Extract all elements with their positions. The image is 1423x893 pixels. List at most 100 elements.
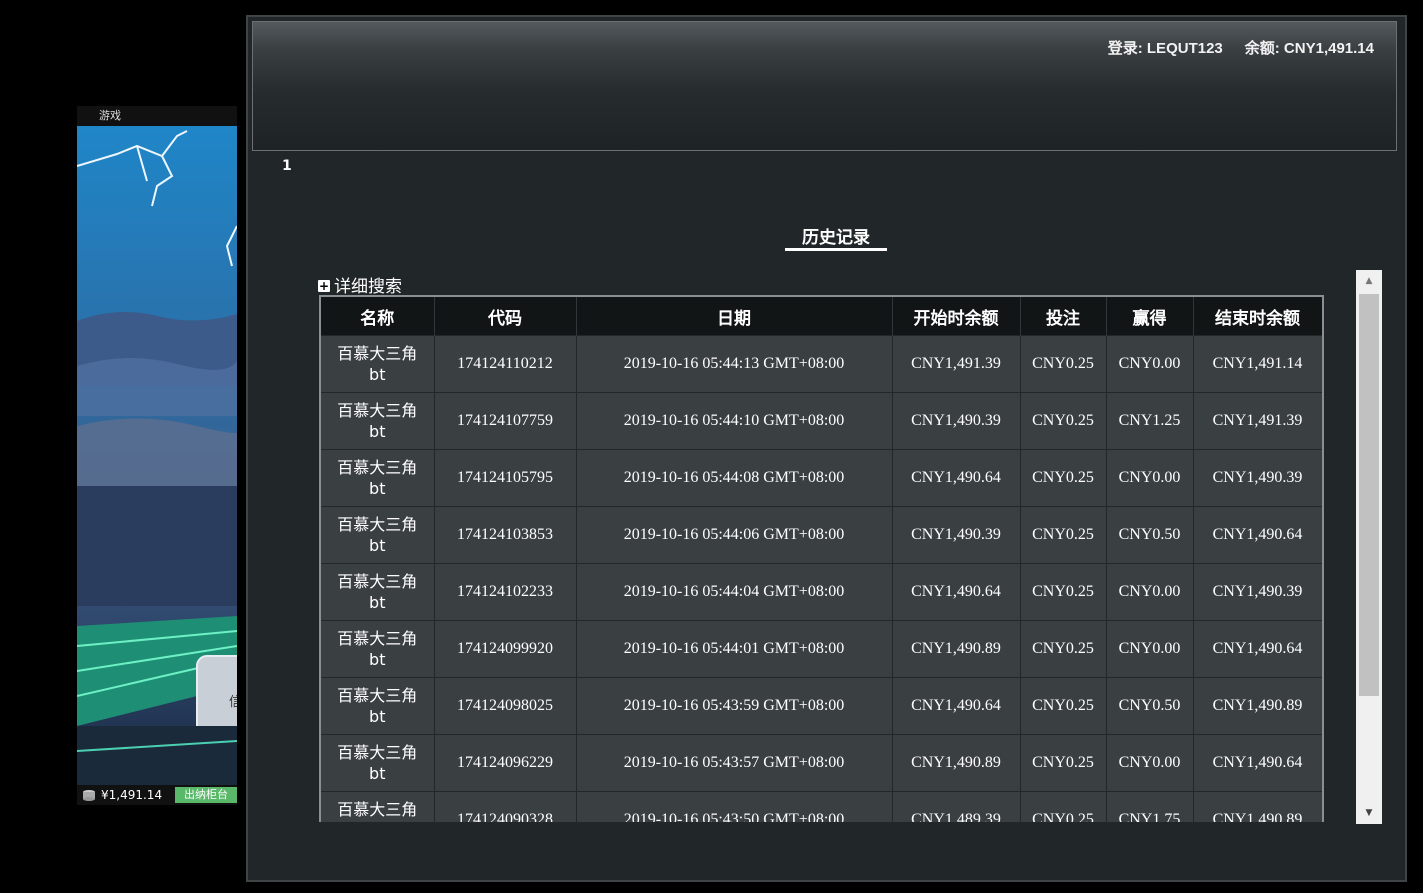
cell-code: 174124096229 xyxy=(434,734,577,792)
detail-search-toggle[interactable]: + 详细搜索 xyxy=(318,272,402,297)
column-header-date[interactable]: 日期 xyxy=(576,297,893,336)
game-name: 百慕大三角 xyxy=(337,344,418,363)
cell-end-balance: CNY1,491.14 xyxy=(1193,335,1322,393)
cell-start-balance: CNY1,490.64 xyxy=(892,563,1021,621)
cell-name: 百慕大三角 bt xyxy=(321,392,435,450)
cell-date: 2019-10-16 05:44:08 GMT+08:00 xyxy=(576,449,893,507)
cell-bet: CNY0.25 xyxy=(1020,392,1107,450)
cell-start-balance: CNY1,490.39 xyxy=(892,392,1021,450)
column-header-start-balance[interactable]: 开始时余额 xyxy=(892,297,1021,336)
game-code-short: bt xyxy=(369,650,386,669)
plus-box-icon[interactable]: + xyxy=(318,280,330,292)
cell-name: 百慕大三角 bt xyxy=(321,791,435,822)
cell-end-balance: CNY1,490.89 xyxy=(1193,791,1322,822)
arrow-down-icon[interactable]: ▼ xyxy=(1356,802,1382,824)
column-header-code[interactable]: 代码 xyxy=(434,297,577,336)
game-code-short: bt xyxy=(369,764,386,783)
game-titlebar: 游戏 xyxy=(77,106,237,126)
game-balance: ¥1,491.14 xyxy=(101,788,163,802)
table-row[interactable]: 百慕大三角 bt 174124102233 2019-10-16 05:44:04 G… xyxy=(321,563,1322,621)
cell-start-balance: CNY1,490.39 xyxy=(892,506,1021,564)
cell-win: CNY0.00 xyxy=(1106,335,1194,393)
cell-start-balance: CNY1,491.39 xyxy=(892,335,1021,393)
table-row[interactable]: 百慕大三角 bt 174124096229 2019-10-16 05:43:57 G… xyxy=(321,734,1322,792)
cell-start-balance: CNY1,490.64 xyxy=(892,677,1021,735)
table-row[interactable]: 百慕大三角 bt 174124099920 2019-10-16 05:44:01 G… xyxy=(321,620,1322,678)
cell-bet: CNY0.25 xyxy=(1020,734,1107,792)
game-name: 百慕大三角 xyxy=(337,515,418,534)
coin-stack-icon xyxy=(83,790,95,801)
cell-date: 2019-10-16 05:43:57 GMT+08:00 xyxy=(576,734,893,792)
cell-bet: CNY0.25 xyxy=(1020,335,1107,393)
cell-start-balance: CNY1,490.89 xyxy=(892,620,1021,678)
modal-header: 登录: LEQUT123 余额: CNY1,491.14 xyxy=(252,21,1397,151)
table-header-row: 名称 代码 日期 开始时余额 投注 赢得 结束时余额 xyxy=(321,297,1322,336)
scrollbar-thumb[interactable] xyxy=(1359,294,1379,696)
cell-bet: CNY0.25 xyxy=(1020,506,1107,564)
cell-code: 174124098025 xyxy=(434,677,577,735)
account-info: 登录: LEQUT123 余额: CNY1,491.14 xyxy=(1108,37,1374,58)
cell-start-balance: CNY1,489.39 xyxy=(892,791,1021,822)
cell-code: 174124099920 xyxy=(434,620,577,678)
arrow-up-icon[interactable]: ▲ xyxy=(1356,270,1382,292)
cell-win: CNY0.50 xyxy=(1106,677,1194,735)
column-header-bet[interactable]: 投注 xyxy=(1020,297,1107,336)
cell-bet: CNY0.25 xyxy=(1020,620,1107,678)
cell-end-balance: CNY1,490.39 xyxy=(1193,449,1322,507)
game-code-short: bt xyxy=(369,821,385,822)
cell-end-balance: CNY1,490.64 xyxy=(1193,734,1322,792)
column-header-end-balance[interactable]: 结束时余额 xyxy=(1193,297,1322,336)
game-name: 百慕大三角 xyxy=(337,401,418,420)
table-row[interactable]: 百慕大三角 bt 174124107759 2019-10-16 05:44:10 G… xyxy=(321,392,1322,450)
cell-name: 百慕大三角 bt xyxy=(321,449,435,507)
cell-win: CNY0.00 xyxy=(1106,449,1194,507)
game-code-short: bt xyxy=(369,593,386,612)
cell-name: 百慕大三角 bt xyxy=(321,620,435,678)
game-background-scene: 信 xyxy=(77,126,237,786)
cell-start-balance: CNY1,490.64 xyxy=(892,449,1021,507)
cell-code: 174124107759 xyxy=(434,392,577,450)
history-modal: 登录: LEQUT123 余额: CNY1,491.14 1 历史记录 + 详细搜索… xyxy=(246,15,1407,882)
game-name: 百慕大三角 xyxy=(337,629,418,648)
table-row[interactable]: 百慕大三角 bt 174124098025 2019-10-16 05:43:59 G… xyxy=(321,677,1322,735)
cell-code: 174124103853 xyxy=(434,506,577,564)
game-window: 游戏 信 ¥1,491.14 出纳柜台 xyxy=(77,106,237,805)
game-popup-letter: 信 xyxy=(229,695,237,710)
active-tab-underline xyxy=(785,248,887,251)
table-row[interactable]: 百慕大三角 bt 1741240903282019-10-16 05:43:50 G… xyxy=(321,791,1322,822)
cell-win: CNY0.50 xyxy=(1106,506,1194,564)
cell-win: CNY0.00 xyxy=(1106,734,1194,792)
cell-end-balance: CNY1,491.39 xyxy=(1193,392,1322,450)
cashier-button[interactable]: 出纳柜台 xyxy=(175,787,237,803)
table-row[interactable]: 百慕大三角 bt 174124110212 2019-10-16 05:44:13 G… xyxy=(321,335,1322,393)
game-code-short: bt xyxy=(369,365,386,384)
tab-history[interactable]: 历史记录 xyxy=(785,223,887,248)
cell-bet: CNY0.25 xyxy=(1020,791,1107,822)
detail-search-label: 详细搜索 xyxy=(334,277,402,297)
table-row[interactable]: 百慕大三角 bt 174124103853 2019-10-16 05:44:06 G… xyxy=(321,506,1322,564)
table-body: 百慕大三角 bt 174124110212 2019-10-16 05:44:13 G… xyxy=(321,335,1322,822)
cell-end-balance: CNY1,490.89 xyxy=(1193,677,1322,735)
cell-name: 百慕大三角 bt xyxy=(321,335,435,393)
cell-bet: CNY0.25 xyxy=(1020,677,1107,735)
column-header-name[interactable]: 名称 xyxy=(321,297,435,336)
game-code-short: bt xyxy=(369,479,386,498)
column-header-win[interactable]: 赢得 xyxy=(1106,297,1194,336)
table-row[interactable]: 百慕大三角 bt 174124105795 2019-10-16 05:44:08 G… xyxy=(321,449,1322,507)
vertical-scrollbar[interactable]: ▲ ▼ xyxy=(1356,270,1382,824)
cell-code: 174124110212 xyxy=(434,335,577,393)
cell-date: 2019-10-16 05:44:10 GMT+08:00 xyxy=(576,392,893,450)
cell-win: CNY1.75 xyxy=(1106,791,1194,822)
login-user: 登录: LEQUT123 xyxy=(1107,40,1223,57)
game-name: 百慕大三角 xyxy=(337,458,418,477)
game-name: 百慕大三角 xyxy=(337,686,418,705)
cell-end-balance: CNY1,490.39 xyxy=(1193,563,1322,621)
cell-win: CNY0.00 xyxy=(1106,620,1194,678)
game-name: 百慕大三角 xyxy=(337,743,418,762)
cell-bet: CNY0.25 xyxy=(1020,449,1107,507)
page-number[interactable]: 1 xyxy=(282,158,292,174)
cell-name: 百慕大三角 bt xyxy=(321,506,435,564)
cell-win: CNY0.00 xyxy=(1106,563,1194,621)
history-table: 名称 代码 日期 开始时余额 投注 赢得 结束时余额 百慕大三角 bt 174124… xyxy=(321,297,1322,822)
game-title: 游戏 xyxy=(99,109,121,122)
